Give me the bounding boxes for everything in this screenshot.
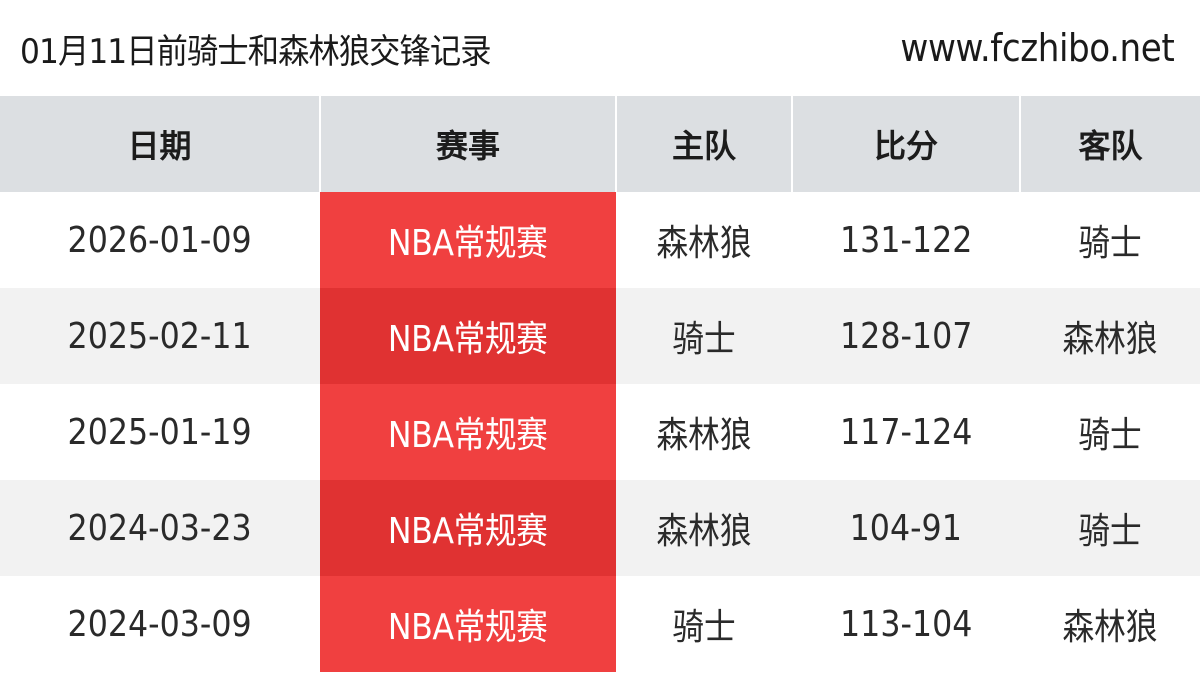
cell-date: 2024-03-23 — [0, 480, 320, 576]
home-team-text: 森林狼 — [656, 223, 752, 264]
home-team-text: 骑士 — [672, 607, 736, 648]
date-text: 2025-01-19 — [67, 411, 253, 453]
table-row: 2025-02-11 NBA常规赛 骑士 128-107 森林狼 — [0, 288, 1200, 384]
score-text: 113-104 — [839, 603, 973, 645]
score-text: 131-122 — [839, 219, 973, 261]
cell-away-team: 骑士 — [1020, 192, 1200, 288]
cell-date: 2025-02-11 — [0, 288, 320, 384]
cell-home-team: 骑士 — [616, 288, 792, 384]
table-header-row: 日期 赛事 主队 比分 客队 — [0, 96, 1200, 192]
cell-date: 2025-01-19 — [0, 384, 320, 480]
date-text: 2025-02-11 — [67, 315, 253, 357]
site-url[interactable]: www.fczhibo.net — [900, 26, 1174, 70]
score-text: 117-124 — [839, 411, 973, 453]
cell-score: 104-91 — [792, 480, 1020, 576]
cell-event: NBA常规赛 — [320, 288, 616, 384]
page: 01月11日前骑士和森林狼交锋记录 www.fczhibo.net 日期 赛事 … — [0, 0, 1200, 675]
column-header-home: 主队 — [616, 96, 793, 192]
away-team-text: 骑士 — [1078, 415, 1142, 456]
home-team-text: 森林狼 — [656, 511, 752, 552]
date-text: 2026-01-09 — [67, 219, 253, 261]
cell-away-team: 森林狼 — [1020, 576, 1200, 672]
cell-score: 128-107 — [792, 288, 1020, 384]
cell-home-team: 森林狼 — [616, 192, 792, 288]
home-team-text: 骑士 — [672, 319, 736, 360]
column-header-event: 赛事 — [320, 96, 617, 192]
date-text: 2024-03-23 — [67, 507, 253, 549]
cell-home-team: 骑士 — [616, 576, 792, 672]
table-row: 2024-03-09 NBA常规赛 骑士 113-104 森林狼 — [0, 576, 1200, 672]
cell-score: 131-122 — [792, 192, 1020, 288]
column-header-score: 比分 — [792, 96, 1021, 192]
table-row: 2024-03-23 NBA常规赛 森林狼 104-91 骑士 — [0, 480, 1200, 576]
cell-event: NBA常规赛 — [320, 480, 616, 576]
event-text: NBA常规赛 — [388, 511, 548, 552]
home-team-text: 森林狼 — [656, 415, 752, 456]
away-team-text: 骑士 — [1078, 223, 1142, 264]
column-header-away: 客队 — [1020, 96, 1200, 192]
page-title: 01月11日前骑士和森林狼交锋记录 — [20, 31, 492, 72]
date-text: 2024-03-09 — [67, 603, 253, 645]
score-text: 104-91 — [849, 507, 963, 549]
cell-away-team: 森林狼 — [1020, 288, 1200, 384]
away-team-text: 骑士 — [1078, 511, 1142, 552]
title-bar: 01月11日前骑士和森林狼交锋记录 www.fczhibo.net — [0, 0, 1200, 96]
event-text: NBA常规赛 — [388, 607, 548, 648]
cell-date: 2024-03-09 — [0, 576, 320, 672]
cell-home-team: 森林狼 — [616, 480, 792, 576]
away-team-text: 森林狼 — [1062, 607, 1158, 648]
event-text: NBA常规赛 — [388, 223, 548, 264]
cell-score: 117-124 — [792, 384, 1020, 480]
head-to-head-table: 日期 赛事 主队 比分 客队 2026-01-09 NBA常规赛 森林狼 131… — [0, 96, 1200, 672]
cell-event: NBA常规赛 — [320, 576, 616, 672]
cell-score: 113-104 — [792, 576, 1020, 672]
cell-event: NBA常规赛 — [320, 384, 616, 480]
cell-away-team: 骑士 — [1020, 480, 1200, 576]
cell-event: NBA常规赛 — [320, 192, 616, 288]
event-text: NBA常规赛 — [388, 319, 548, 360]
away-team-text: 森林狼 — [1062, 319, 1158, 360]
column-header-date: 日期 — [0, 96, 321, 192]
cell-date: 2026-01-09 — [0, 192, 320, 288]
table-row: 2026-01-09 NBA常规赛 森林狼 131-122 骑士 — [0, 192, 1200, 288]
score-text: 128-107 — [839, 315, 973, 357]
event-text: NBA常规赛 — [388, 415, 548, 456]
cell-home-team: 森林狼 — [616, 384, 792, 480]
cell-away-team: 骑士 — [1020, 384, 1200, 480]
table-row: 2025-01-19 NBA常规赛 森林狼 117-124 骑士 — [0, 384, 1200, 480]
